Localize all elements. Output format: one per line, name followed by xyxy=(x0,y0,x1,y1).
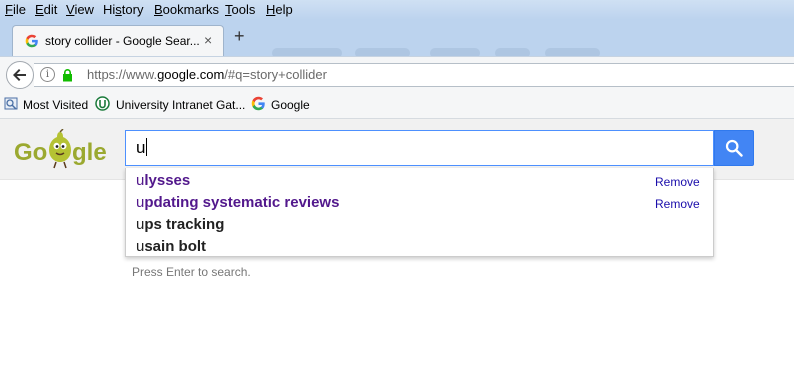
menu-bookmarks[interactable]: Bookmarks xyxy=(154,2,219,17)
menu-edit[interactable]: Edit xyxy=(35,2,57,17)
bookmark-university-intranet[interactable]: University Intranet Gat... xyxy=(116,98,245,112)
suggestion-item[interactable]: usain bolt xyxy=(136,238,206,255)
google-doodle-logo[interactable]: Go gle xyxy=(14,127,107,171)
google-bookmark-icon xyxy=(251,96,265,111)
autocomplete-dropdown: ulysses Remove updating systematic revie… xyxy=(125,168,714,257)
google-favicon-icon xyxy=(25,34,38,48)
suggestion-item[interactable]: updating systematic reviews xyxy=(136,194,339,211)
remove-suggestion-link[interactable]: Remove xyxy=(655,197,700,211)
tab-active[interactable]: story collider - Google Sear... × xyxy=(12,25,224,57)
lock-icon[interactable] xyxy=(62,69,73,82)
bookmark-google[interactable]: Google xyxy=(271,98,310,112)
doodle-text-right: gle xyxy=(72,139,107,166)
tab-title: story collider - Google Sear... xyxy=(45,34,200,48)
menu-view[interactable]: View xyxy=(66,2,94,17)
menu-history[interactable]: History xyxy=(103,2,143,17)
back-button[interactable] xyxy=(6,61,34,89)
bookmarks-bar: Most Visited University Intranet Gat... … xyxy=(0,91,794,119)
remove-suggestion-link[interactable]: Remove xyxy=(655,175,700,189)
bookmark-most-visited[interactable]: Most Visited xyxy=(23,98,88,112)
doodle-text-left: Go xyxy=(14,139,48,166)
suggestion-item[interactable]: ups tracking xyxy=(136,216,224,233)
menu-bar: File Edit View History Bookmarks Tools H… xyxy=(0,0,794,20)
search-icon xyxy=(725,139,743,157)
address-bar[interactable]: i https://www.google.com/#q=story+collid… xyxy=(34,63,794,87)
press-enter-hint: Press Enter to search. xyxy=(132,265,251,279)
pear-character-icon xyxy=(49,129,71,169)
new-tab-button[interactable]: + xyxy=(234,26,245,46)
back-arrow-icon xyxy=(13,69,26,81)
menu-help[interactable]: Help xyxy=(266,2,293,17)
info-icon[interactable]: i xyxy=(40,67,55,82)
text-caret xyxy=(146,138,148,156)
search-input[interactable]: u xyxy=(125,130,714,166)
most-visited-icon xyxy=(4,97,18,110)
close-tab-icon[interactable]: × xyxy=(204,32,212,48)
menu-tools[interactable]: Tools xyxy=(225,2,255,17)
search-input-value[interactable]: u xyxy=(136,138,148,158)
navigation-bar: i https://www.google.com/#q=story+collid… xyxy=(0,56,794,92)
suggestion-item[interactable]: ulysses xyxy=(136,172,190,189)
university-intranet-icon xyxy=(95,96,110,111)
menu-file[interactable]: File xyxy=(5,2,26,17)
tab-strip: story collider - Google Sear... × + xyxy=(0,20,794,58)
url-text[interactable]: https://www.google.com/#q=story+collider xyxy=(87,67,327,82)
search-button[interactable] xyxy=(714,130,754,166)
